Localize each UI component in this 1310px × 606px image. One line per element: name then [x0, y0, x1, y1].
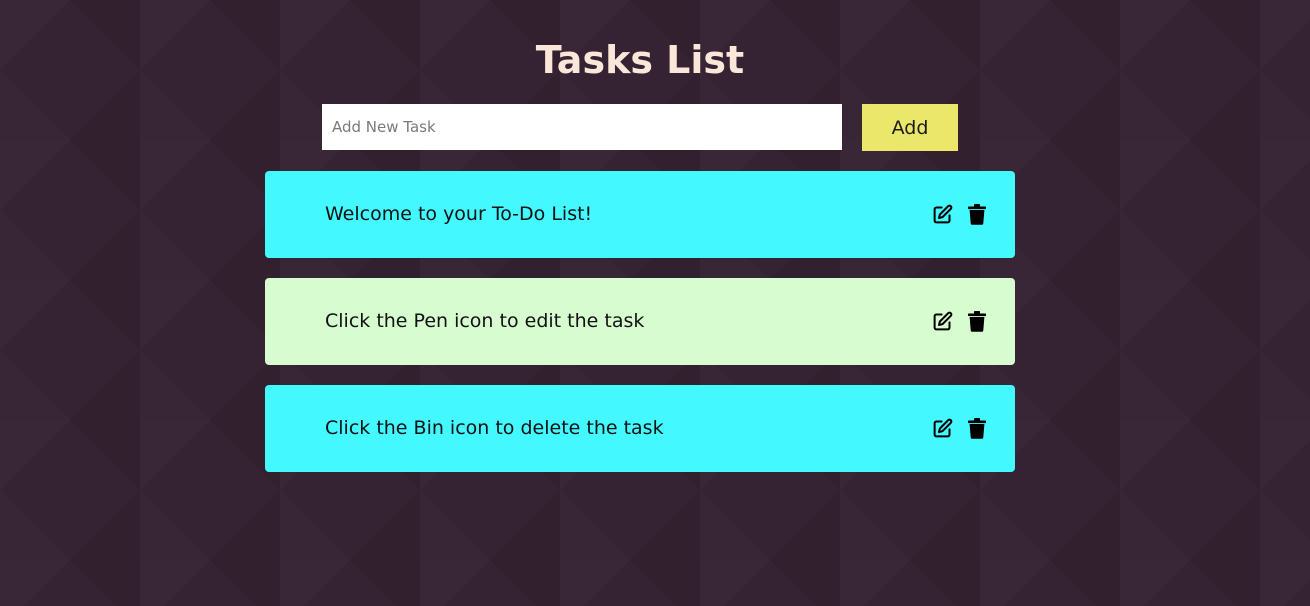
task-text: Click the Pen icon to edit the task	[325, 310, 645, 332]
trash-bin-icon[interactable]	[966, 417, 988, 439]
pen-to-square-icon[interactable]	[931, 203, 953, 225]
task-text: Welcome to your To-Do List!	[325, 203, 593, 225]
task-item: Click the Bin icon to delete the task	[265, 385, 1015, 472]
task-list: Welcome to your To-Do List! Click the Pe…	[265, 171, 1015, 492]
pen-to-square-icon[interactable]	[931, 417, 953, 439]
task-item: Click the Pen icon to edit the task	[265, 278, 1015, 365]
task-actions	[931, 310, 988, 332]
add-task-button[interactable]: Add	[862, 104, 958, 151]
new-task-input[interactable]	[322, 104, 842, 150]
task-actions	[931, 203, 988, 225]
task-text: Click the Bin icon to delete the task	[325, 417, 664, 439]
trash-bin-icon[interactable]	[966, 203, 988, 225]
task-actions	[931, 417, 988, 439]
page-title: Tasks List	[535, 38, 745, 82]
trash-bin-icon[interactable]	[966, 310, 988, 332]
pen-to-square-icon[interactable]	[931, 310, 953, 332]
task-item: Welcome to your To-Do List!	[265, 171, 1015, 258]
